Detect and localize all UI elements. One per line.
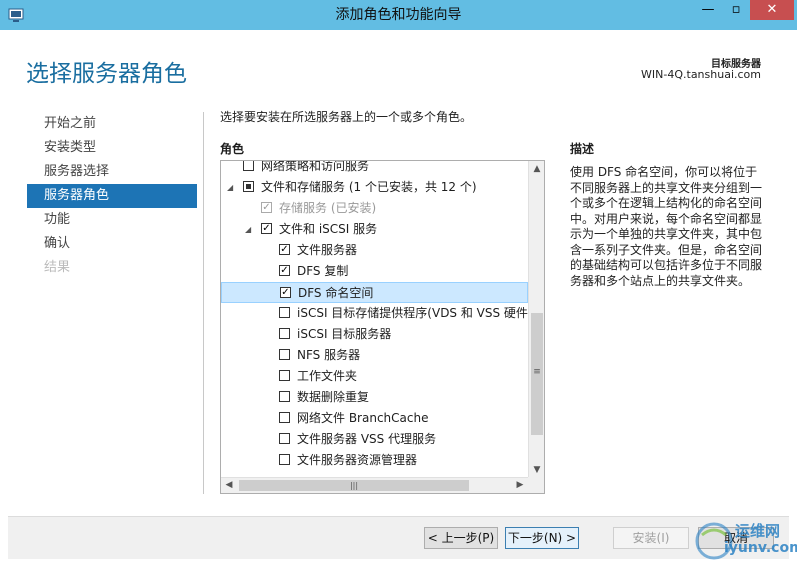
expand-arrow-icon[interactable]: ◢: [245, 219, 255, 240]
scroll-down-arrow-icon[interactable]: ▼: [529, 462, 544, 478]
role-label: DFS 复制: [297, 264, 349, 278]
role-checkbox[interactable]: [279, 370, 290, 381]
role-checkbox: ✓: [261, 202, 272, 213]
instruction-text: 选择要安装在所选服务器上的一个或多个角色。: [220, 110, 473, 124]
role-label: NFS 服务器: [297, 348, 361, 362]
role-label: 工作文件夹: [297, 369, 358, 383]
page-title: 选择服务器角色: [26, 61, 187, 87]
role-checkbox[interactable]: [279, 328, 290, 339]
role-label: 文件服务器资源管理器: [297, 453, 418, 467]
role-label: 文件服务器 VSS 代理服务: [297, 432, 437, 446]
role-checkbox[interactable]: ✓: [280, 287, 291, 298]
scroll-grip-icon: ≡: [533, 367, 541, 377]
role-checkbox[interactable]: ✓: [261, 223, 272, 234]
description-heading: 描述: [570, 142, 595, 156]
scrollbar-corner: [528, 477, 544, 493]
close-button[interactable]: ✕: [750, 0, 794, 20]
role-tree-item[interactable]: ✓ DFS 复制: [221, 261, 528, 282]
next-button[interactable]: 下一步(N) >: [505, 527, 579, 549]
role-tree-item[interactable]: ◢ ✓ 文件和 iSCSI 服务: [221, 219, 528, 240]
previous-button[interactable]: < 上一步(P): [424, 527, 498, 549]
roles-heading: 角色: [220, 142, 245, 156]
role-checkbox[interactable]: [279, 349, 290, 360]
description-text: 使用 DFS 命名空间，你可以将位于不同服务器上的共享文件夹分组到一个或多个在逻…: [570, 165, 763, 288]
role-tree-item[interactable]: 网络策略和访问服务: [221, 161, 528, 177]
role-checkbox[interactable]: [279, 412, 290, 423]
watermark-url: iyunv.com: [724, 540, 797, 556]
watermark-text: 运维网: [735, 522, 781, 540]
role-checkbox[interactable]: ✓: [279, 265, 290, 276]
role-tree-item[interactable]: 文件服务器 VSS 代理服务: [221, 429, 528, 450]
role-label: 文件和存储服务 (1 个已安装，共 12 个): [261, 180, 477, 194]
nav-item-results: 结果: [44, 260, 71, 275]
role-checkbox[interactable]: ✓: [279, 244, 290, 255]
window-title: 添加角色和功能向导: [335, 7, 462, 23]
horizontal-scrollbar[interactable]: ◀ ||| ▶: [221, 477, 528, 493]
roles-tree-viewport: 网络策略和访问服务 ◢ 文件和存储服务 (1 个已安装，共 12 个) ✓ 存储服务 (…: [221, 161, 528, 478]
scroll-right-arrow-icon[interactable]: ▶: [512, 478, 528, 493]
role-tree-item[interactable]: iSCSI 目标服务器: [221, 324, 528, 345]
maximize-button[interactable]: ▫: [722, 0, 750, 20]
role-label: 网络策略和访问服务: [261, 161, 370, 173]
destination-server-name: WIN-4Q.tanshuai.com: [641, 68, 761, 81]
nav-item-before-you-begin[interactable]: 开始之前: [27, 112, 197, 136]
role-tree-item[interactable]: 工作文件夹: [221, 366, 528, 387]
role-tree-item[interactable]: ✓ 存储服务 (已安装): [221, 198, 528, 219]
role-label: 文件服务器: [297, 243, 358, 257]
role-tree-item[interactable]: ✓ DFS 命名空间: [221, 282, 528, 303]
role-label: DFS 命名空间: [298, 286, 374, 300]
vertical-scroll-thumb[interactable]: ≡: [531, 313, 543, 435]
role-checkbox[interactable]: [279, 391, 290, 402]
role-checkbox[interactable]: [243, 161, 254, 171]
horizontal-scroll-thumb[interactable]: |||: [239, 480, 469, 491]
role-tree-item[interactable]: ◢ 文件和存储服务 (1 个已安装，共 12 个): [221, 177, 528, 198]
wizard-steps-nav: 开始之前 安装类型 服务器选择 服务器角色 功能 确认 结果: [27, 112, 197, 280]
roles-tree[interactable]: 网络策略和访问服务 ◢ 文件和存储服务 (1 个已安装，共 12 个) ✓ 存储服务 (…: [220, 160, 545, 494]
role-checkbox[interactable]: [279, 454, 290, 465]
role-checkbox[interactable]: [279, 307, 290, 318]
role-checkbox[interactable]: [243, 181, 254, 192]
expand-arrow-icon[interactable]: ◢: [227, 177, 237, 198]
nav-item-features[interactable]: 功能: [27, 208, 197, 232]
role-tree-item[interactable]: 数据删除重复: [221, 387, 528, 408]
role-tree-item[interactable]: iSCSI 目标存储提供程序(VDS 和 VSS 硬件提供程序): [221, 303, 528, 324]
role-tree-item[interactable]: ✓ 文件服务器: [221, 240, 528, 261]
role-label: iSCSI 目标存储提供程序(VDS 和 VSS 硬件提供程序): [297, 306, 528, 320]
scroll-up-arrow-icon[interactable]: ▲: [529, 161, 544, 177]
vertical-scrollbar[interactable]: ▲ ≡ ▼: [528, 161, 544, 478]
nav-divider: [203, 112, 204, 494]
nav-item-server-selection[interactable]: 服务器选择: [27, 160, 197, 184]
role-tree-item[interactable]: 网络文件 BranchCache: [221, 408, 528, 429]
title-bar: 添加角色和功能向导 — ▫ ✕: [0, 0, 797, 30]
role-label: iSCSI 目标服务器: [297, 327, 392, 341]
role-label: 文件和 iSCSI 服务: [279, 222, 378, 236]
role-tree-item[interactable]: 文件服务器资源管理器: [221, 450, 528, 471]
install-button: 安装(I): [613, 527, 689, 549]
role-checkbox[interactable]: [279, 433, 290, 444]
nav-item-installation-type[interactable]: 安装类型: [27, 136, 197, 160]
role-label: 存储服务 (已安装): [279, 201, 377, 215]
role-tree-item[interactable]: NFS 服务器: [221, 345, 528, 366]
role-label: 网络文件 BranchCache: [297, 411, 429, 425]
minimize-button[interactable]: —: [694, 0, 722, 20]
nav-item-confirmation[interactable]: 确认: [27, 232, 197, 256]
nav-item-server-roles[interactable]: 服务器角色: [27, 184, 197, 208]
role-label: 数据删除重复: [297, 390, 370, 404]
scroll-left-arrow-icon[interactable]: ◀: [221, 478, 237, 493]
